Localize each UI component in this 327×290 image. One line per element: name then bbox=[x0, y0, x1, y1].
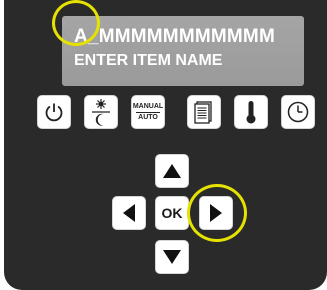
display-line-2: ENTER ITEM NAME bbox=[74, 52, 223, 69]
highlight-circle-display bbox=[52, 0, 100, 46]
ok-label: OK bbox=[161, 205, 183, 221]
day-night-button[interactable] bbox=[84, 95, 118, 129]
sun-moon-icon bbox=[92, 99, 110, 126]
display-line-1: A_MMMMMMMMMMM bbox=[74, 26, 275, 47]
ok-button[interactable]: OK bbox=[155, 196, 189, 230]
left-button[interactable] bbox=[112, 196, 146, 230]
up-arrow-icon bbox=[163, 164, 181, 178]
highlight-circle-right-button bbox=[187, 184, 247, 242]
clock-icon bbox=[287, 101, 309, 123]
document-list-icon bbox=[194, 101, 212, 124]
left-arrow-icon bbox=[123, 204, 135, 222]
down-button[interactable] bbox=[155, 240, 189, 274]
up-button[interactable] bbox=[155, 154, 189, 188]
manual-label: MANUAL bbox=[132, 102, 164, 110]
menu-button[interactable] bbox=[187, 95, 221, 129]
manual-auto-divider bbox=[136, 111, 160, 113]
power-icon bbox=[45, 103, 63, 122]
power-button[interactable] bbox=[37, 95, 71, 129]
thermometer-icon bbox=[246, 101, 256, 124]
down-arrow-icon bbox=[163, 250, 181, 264]
temperature-button[interactable] bbox=[234, 95, 268, 129]
function-key-row: MANUAL AUTO bbox=[37, 95, 317, 133]
manual-auto-button[interactable]: MANUAL AUTO bbox=[131, 95, 165, 129]
control-panel: A_MMMMMMMMMMM ENTER ITEM NAME MANUAL AUT… bbox=[4, 0, 327, 290]
auto-label: AUTO bbox=[138, 113, 158, 121]
clock-button[interactable] bbox=[281, 95, 315, 129]
